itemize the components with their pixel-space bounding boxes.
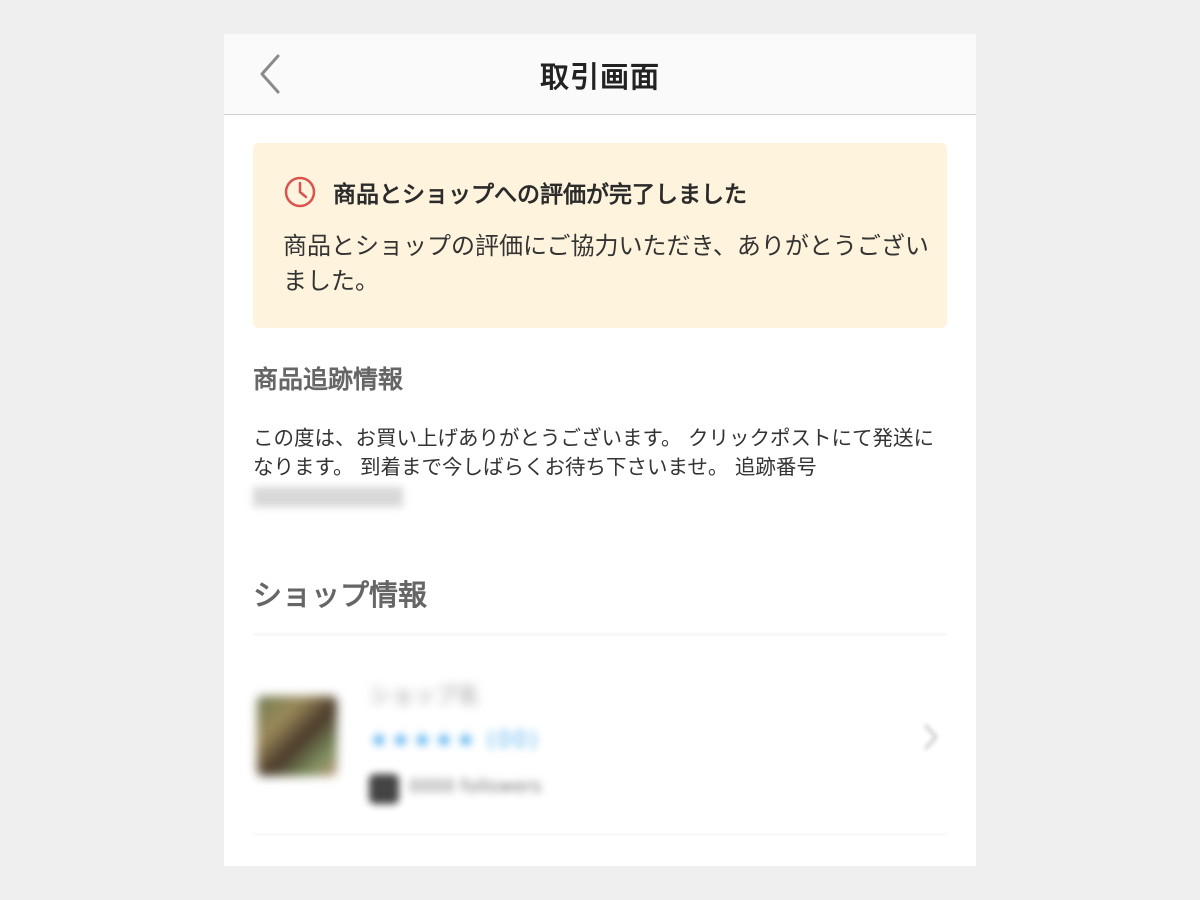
review-complete-notice: 商品とショップへの評価が完了しました 商品とショップの評価にご協力いただき、あり… <box>253 143 947 328</box>
clock-icon <box>284 176 316 208</box>
trade-screen: 取引画面 商品とショップへの評価が完了しました 商品とショップの評価にご協力いた… <box>224 34 976 866</box>
shop-followers: 0000 followers <box>409 776 542 797</box>
shop-avatar <box>257 696 337 776</box>
page-title: 取引画面 <box>539 60 660 94</box>
followers-icon <box>369 774 399 804</box>
nav-header: 取引画面 <box>224 34 976 115</box>
shop-section-title: ショップ情報 <box>253 578 428 612</box>
shop-card[interactable]: ショップ名 ★★★★★ (00) 0000 followers <box>253 654 947 824</box>
shop-name: ショップ名 <box>369 684 480 709</box>
tracking-section-title: 商品追跡情報 <box>253 365 404 394</box>
divider <box>253 634 947 635</box>
divider <box>253 834 947 835</box>
chevron-right-icon <box>924 724 938 750</box>
notice-title: 商品とショップへの評価が完了しました <box>333 182 747 208</box>
notice-body: 商品とショップの評価にご協力いただき、ありがとうございました。 <box>283 232 929 295</box>
tracking-message: この度は、お買い上げありがとうございます。 クリックポストにて発送になります。 … <box>253 426 934 479</box>
tracking-number-redacted: 0000000000 <box>253 487 403 507</box>
shop-rating: ★★★★★ (00) <box>369 728 540 753</box>
